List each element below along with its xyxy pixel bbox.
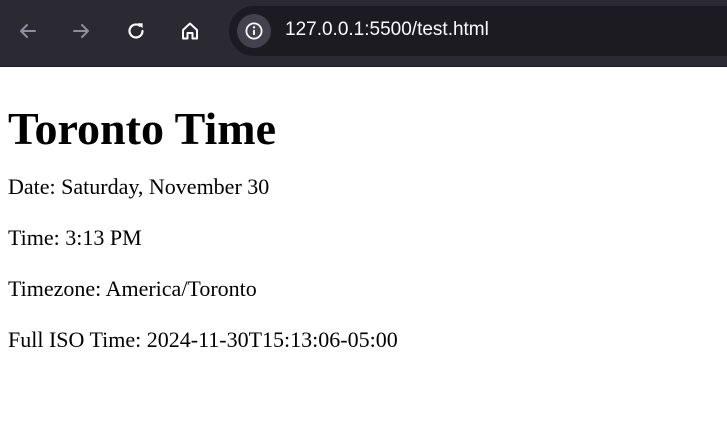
home-button[interactable] [173, 14, 207, 48]
back-button[interactable] [11, 14, 45, 48]
site-info-button[interactable] [237, 14, 271, 48]
timezone-line: Timezone: America/Toronto [8, 276, 257, 301]
info-circle-icon [245, 22, 263, 40]
arrow-right-icon [73, 24, 89, 38]
url-text[interactable]: 127.0.0.1:5500/test.html [285, 19, 489, 41]
reload-icon [128, 23, 144, 39]
forward-button[interactable] [64, 14, 98, 48]
date-line: Date: Saturday, November 30 [8, 174, 270, 199]
arrow-left-icon [20, 24, 36, 38]
reload-button[interactable] [119, 14, 153, 48]
browser-toolbar: 127.0.0.1:5500/test.html [0, 0, 727, 67]
iso-time-line: Full ISO Time: 2024-11-30T15:13:06-05:00 [8, 327, 398, 352]
page-content: Toronto Time Date: Saturday, November 30… [8, 67, 719, 353]
time-line: Time: 3:13 PM [8, 225, 142, 250]
home-icon [182, 22, 198, 40]
url-bar[interactable]: 127.0.0.1:5500/test.html [229, 6, 727, 56]
page-title: Toronto Time [8, 103, 276, 154]
